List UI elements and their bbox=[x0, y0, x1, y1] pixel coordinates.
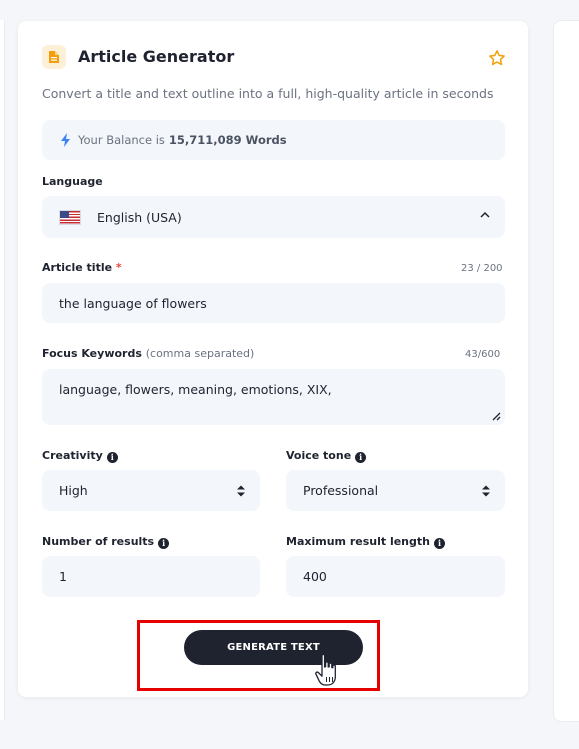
info-icon[interactable]: i bbox=[106, 452, 118, 463]
max-length-label-text: Maximum result length bbox=[286, 535, 430, 548]
article-title-value: the language of flowers bbox=[59, 295, 207, 311]
language-select[interactable]: English (USA) bbox=[42, 196, 505, 238]
us-flag-icon bbox=[59, 209, 81, 225]
max-length-value: 400 bbox=[303, 569, 327, 584]
num-results-label: Number of results i bbox=[42, 535, 170, 549]
voice-tone-label: Voice tone i bbox=[286, 449, 367, 463]
language-value: English (USA) bbox=[97, 209, 182, 225]
keywords-textarea[interactable]: language, flowers, meaning, emotions, XI… bbox=[42, 369, 505, 425]
info-icon[interactable]: i bbox=[355, 452, 367, 463]
language-label: Language bbox=[42, 175, 103, 188]
keywords-hint: (comma separated) bbox=[145, 347, 255, 360]
lightning-icon bbox=[61, 133, 70, 147]
keywords-label: Focus Keywords (comma separated) bbox=[42, 347, 254, 360]
resize-handle-icon[interactable] bbox=[491, 411, 501, 421]
max-length-label: Maximum result length i bbox=[286, 535, 445, 549]
required-mark: * bbox=[115, 261, 122, 274]
creativity-label-text: Creativity bbox=[42, 449, 103, 462]
article-generator-card: Article Generator Convert a title and te… bbox=[18, 21, 528, 697]
document-icon bbox=[42, 45, 66, 69]
keywords-counter: 43/600 bbox=[465, 349, 501, 360]
balance-amount: 15,711,089 Words bbox=[168, 133, 287, 147]
left-panel-edge bbox=[0, 20, 5, 720]
keywords-label-text: Focus Keywords bbox=[42, 347, 142, 360]
num-results-value: 1 bbox=[59, 569, 67, 584]
info-icon[interactable]: i bbox=[158, 538, 170, 549]
num-results-label-text: Number of results bbox=[42, 535, 155, 548]
balance-prefix: Your Balance is bbox=[78, 133, 165, 147]
page-title: Article Generator bbox=[78, 47, 235, 66]
creativity-value: High bbox=[59, 483, 88, 498]
hand-pointer-icon bbox=[315, 653, 336, 686]
creativity-select[interactable]: High bbox=[42, 470, 260, 511]
right-panel-edge bbox=[553, 20, 579, 722]
article-title-counter: 23 / 200 bbox=[461, 263, 503, 274]
article-title-label: Article title * bbox=[42, 261, 122, 274]
info-icon[interactable]: i bbox=[433, 538, 445, 549]
article-title-input[interactable]: the language of flowers bbox=[42, 283, 505, 323]
chevron-up-icon bbox=[480, 211, 490, 218]
voice-tone-value: Professional bbox=[303, 483, 379, 498]
select-arrows-icon bbox=[237, 485, 245, 497]
page-description: Convert a title and text outline into a … bbox=[42, 86, 494, 101]
voice-tone-select[interactable]: Professional bbox=[286, 470, 505, 511]
keywords-value: language, flowers, meaning, emotions, XI… bbox=[59, 382, 332, 397]
article-title-label-text: Article title bbox=[42, 261, 113, 274]
balance-banner: Your Balance is 15,711,089 Words bbox=[42, 120, 505, 160]
voice-tone-label-text: Voice tone bbox=[286, 449, 352, 462]
star-icon[interactable] bbox=[488, 49, 506, 67]
max-length-input[interactable]: 400 bbox=[286, 556, 505, 597]
select-arrows-icon bbox=[482, 485, 490, 497]
num-results-input[interactable]: 1 bbox=[42, 556, 260, 597]
creativity-label: Creativity i bbox=[42, 449, 118, 463]
